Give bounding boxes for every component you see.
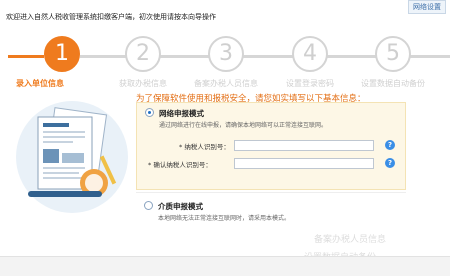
- step-4: 4: [290, 36, 330, 72]
- media-mode-radio[interactable]: [144, 201, 153, 210]
- step-3-number: 3: [208, 36, 244, 72]
- step-3: 3: [206, 36, 246, 72]
- taxpayer-id-help-icon[interactable]: ?: [385, 140, 395, 150]
- step-4-label: 设置登录密码: [286, 79, 334, 88]
- online-mode-radio[interactable]: [145, 108, 154, 117]
- setup-wizard-window: 欢迎进入自然人税收管理系统扣缴客户端，初次使用请按本向导操作 网络设置 1 2 …: [0, 0, 450, 276]
- network-settings-button[interactable]: 网络设置: [408, 0, 446, 14]
- step-2: 2: [123, 36, 163, 72]
- online-mode-panel: 网络申报模式 通过网络进行在线申报，请确保本地网络可以正常连接互联网。 * 纳税…: [136, 102, 406, 190]
- bottom-bar: [0, 256, 450, 276]
- confirm-taxpayer-id-input[interactable]: [234, 158, 374, 169]
- watermark-line-1: 备案办税人员信息: [314, 235, 387, 245]
- confirm-taxpayer-id-help-icon[interactable]: ?: [385, 158, 395, 168]
- wizard-header: 欢迎进入自然人税收管理系统扣缴客户端，初次使用请按本向导操作 网络设置: [0, 0, 450, 28]
- step-1-number: 1: [44, 36, 80, 72]
- confirm-taxpayer-id-label: * 确认纳税人识别号：: [148, 161, 212, 169]
- welcome-text: 欢迎进入自然人税收管理系统扣缴客户端，初次使用请按本向导操作: [6, 13, 216, 21]
- step-5-number: 5: [375, 36, 411, 72]
- step-3-label: 备案办税人员信息: [194, 79, 258, 88]
- online-mode-title: 网络申报模式: [159, 109, 204, 118]
- mode-divider: [136, 192, 406, 193]
- step-4-number: 4: [292, 36, 328, 72]
- wizard-stepper: 1 2 3 4 5 录入单位信息 获取办税信息 备案办税人员信息 设置登录密码 …: [0, 36, 450, 88]
- step-1: 1: [42, 36, 82, 72]
- step-5: 5: [373, 36, 413, 72]
- tax-document-illustration-icon: [16, 101, 128, 213]
- media-mode-title: 介质申报模式: [158, 202, 203, 211]
- online-mode-desc: 通过网络进行在线申报，请确保本地网络可以正常连接互联网。: [159, 122, 328, 129]
- step-2-label: 获取办税信息: [119, 79, 167, 88]
- taxpayer-id-label: * 纳税人识别号：: [179, 143, 230, 151]
- step-2-number: 2: [125, 36, 161, 72]
- taxpayer-id-input[interactable]: [234, 140, 374, 151]
- step-5-label: 设置数据自动备份: [361, 79, 425, 88]
- stepper-track-done: [8, 55, 44, 58]
- step-1-label: 录入单位信息: [16, 79, 64, 88]
- media-mode-desc: 本地网络无法正常连接互联网时，请采用本模式。: [158, 215, 291, 222]
